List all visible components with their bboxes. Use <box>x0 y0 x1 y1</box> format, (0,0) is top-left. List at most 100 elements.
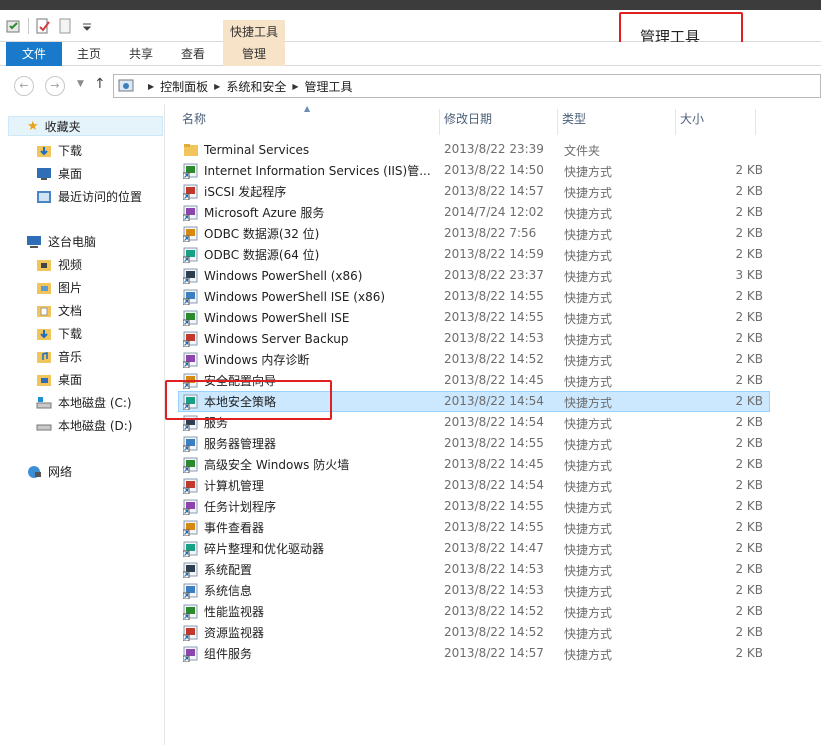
file-date: 2013/8/22 14:52 <box>444 625 544 639</box>
sidebar-item-favorites[interactable]: ★ 收藏夹 <box>8 116 163 136</box>
sidebar-item-network[interactable]: 网络 <box>26 461 72 481</box>
ribbon-tabs: 文件 主页 共享 查看 管理 <box>0 42 821 66</box>
powershell-ise-shortcut-icon <box>183 310 198 326</box>
azure-shortcut-icon <box>183 205 198 221</box>
file-name: 性能监视器 <box>204 605 265 619</box>
sidebar-item-documents[interactable]: 文档 <box>36 300 82 320</box>
file-name: iSCSI 发起程序 <box>204 185 287 199</box>
new-folder-icon[interactable] <box>57 18 73 34</box>
table-row[interactable]: 事件查看器 2013/8/22 14:55 快捷方式 2 KB <box>178 517 770 538</box>
system-drive-icon <box>36 396 52 408</box>
file-date: 2013/8/22 14:53 <box>444 583 544 597</box>
sidebar-item-pictures[interactable]: 图片 <box>36 277 82 297</box>
file-size: 2 KB <box>735 646 763 660</box>
tab-share[interactable]: 共享 <box>120 42 162 66</box>
file-date: 2013/8/22 14:55 <box>444 520 544 534</box>
sidebar-item-label: 图片 <box>58 280 83 295</box>
sidebar-item-videos[interactable]: 视频 <box>36 254 82 274</box>
chevron-down-icon[interactable] <box>79 18 95 34</box>
breadcrumb-admin-tools[interactable]: 管理工具 <box>305 78 353 95</box>
file-type: 快捷方式 <box>564 522 613 536</box>
file-date: 2013/8/22 14:55 <box>444 310 544 324</box>
powershell-shortcut-icon <box>183 268 198 284</box>
table-row[interactable]: Microsoft Azure 服务 2014/7/24 12:02 快捷方式 2 K… <box>178 202 770 223</box>
file-size: 2 KB <box>735 394 763 408</box>
table-row[interactable]: 计算机管理 2013/8/22 14:54 快捷方式 2 KB <box>178 475 770 496</box>
file-type: 快捷方式 <box>564 354 613 368</box>
sidebar-item-drive-d[interactable]: 本地磁盘 (D:) <box>36 415 132 435</box>
table-row[interactable]: Windows 内存诊断 2013/8/22 14:52 快捷方式 2 KB <box>178 349 770 370</box>
file-name: Microsoft Azure 服务 <box>204 206 325 220</box>
file-size: 2 KB <box>735 562 763 576</box>
table-row[interactable]: Internet Information Services (IIS)管... 2… <box>178 160 770 181</box>
table-row[interactable]: 资源监视器 2013/8/22 14:52 快捷方式 2 KB <box>178 622 770 643</box>
file-date: 2013/8/22 14:53 <box>444 562 544 576</box>
file-name-cell: 服务器管理器 <box>183 434 435 453</box>
table-row[interactable]: ODBC 数据源(64 位) 2013/8/22 14:59 快捷方式 2 KB <box>178 244 770 265</box>
sidebar-item-music[interactable]: 音乐 <box>36 346 82 366</box>
sidebar-item-downloads[interactable]: 下载 <box>36 140 82 160</box>
recent-locations-chevron-icon[interactable]: ▼ <box>77 79 84 89</box>
tab-home[interactable]: 主页 <box>68 42 110 66</box>
column-header-name[interactable]: 名称 <box>178 109 440 135</box>
table-row[interactable]: ODBC 数据源(32 位) 2013/8/22 7:56 快捷方式 2 KB <box>178 223 770 244</box>
table-row[interactable]: 服务器管理器 2013/8/22 14:55 快捷方式 2 KB <box>178 433 770 454</box>
table-row[interactable]: iSCSI 发起程序 2013/8/22 14:57 快捷方式 2 KB <box>178 181 770 202</box>
table-row[interactable]: Windows Server Backup 2013/8/22 14:53 快捷方式… <box>178 328 770 349</box>
breadcrumb-system-security[interactable]: 系统和安全 <box>226 78 286 95</box>
table-row[interactable]: Windows PowerShell ISE 2013/8/22 14:55 快捷方… <box>178 307 770 328</box>
sidebar-item-downloads-pc[interactable]: 下载 <box>36 323 82 343</box>
file-size: 2 KB <box>735 289 763 303</box>
file-name: 系统信息 <box>204 584 253 598</box>
file-size: 2 KB <box>735 457 763 471</box>
tab-file[interactable]: 文件 <box>6 42 62 66</box>
os-top-strip <box>0 0 821 10</box>
column-header-size[interactable]: 大小 <box>676 109 756 135</box>
navigation-bar: ← → ▼ ↑ ▶ 控制面板 ▶ 系统和安全 ▶ 管理工具 <box>0 66 821 104</box>
file-name-cell: 碎片整理和优化驱动器 <box>183 539 435 558</box>
up-button[interactable]: ↑ <box>94 76 106 92</box>
table-row[interactable]: 组件服务 2013/8/22 14:57 快捷方式 2 KB <box>178 643 770 664</box>
documents-folder-icon <box>37 305 51 317</box>
file-size: 2 KB <box>735 415 763 429</box>
breadcrumb-control-panel[interactable]: 控制面板 <box>160 78 208 95</box>
file-type: 文件夹 <box>564 144 601 158</box>
table-row[interactable]: 任务计划程序 2013/8/22 14:55 快捷方式 2 KB <box>178 496 770 517</box>
sidebar-item-label: 下载 <box>58 326 83 341</box>
table-row[interactable]: Terminal Services 2013/8/22 23:39 文件夹 <box>178 139 770 160</box>
table-row[interactable]: 系统配置 2013/8/22 14:53 快捷方式 2 KB <box>178 559 770 580</box>
column-header-date[interactable]: 修改日期 <box>440 109 558 135</box>
address-bar[interactable]: ▶ 控制面板 ▶ 系统和安全 ▶ 管理工具 <box>113 74 821 98</box>
file-size: 2 KB <box>735 604 763 618</box>
table-row[interactable]: 碎片整理和优化驱动器 2013/8/22 14:47 快捷方式 2 KB <box>178 538 770 559</box>
sidebar-item-recent-places[interactable]: 最近访问的位置 <box>36 186 142 206</box>
forward-button[interactable]: → <box>45 76 65 96</box>
file-size: 2 KB <box>735 625 763 639</box>
back-button[interactable]: ← <box>14 76 34 96</box>
sidebar-item-label: 本地磁盘 (D:) <box>58 418 133 433</box>
file-date: 2013/8/22 14:57 <box>444 184 544 198</box>
file-size: 2 KB <box>735 184 763 198</box>
properties-page-icon[interactable] <box>35 18 51 34</box>
control-panel-icon <box>118 79 134 92</box>
properties-icon[interactable] <box>6 18 22 34</box>
column-header-type[interactable]: 类型 <box>558 109 676 135</box>
file-name: ODBC 数据源(32 位) <box>204 227 320 241</box>
table-row[interactable]: 高级安全 Windows 防火墙 2013/8/22 14:45 快捷方式 2 KB <box>178 454 770 475</box>
sidebar-item-drive-c[interactable]: 本地磁盘 (C:) <box>36 392 132 412</box>
file-size: 2 KB <box>735 247 763 261</box>
file-name: 计算机管理 <box>204 479 265 493</box>
sidebar-item-this-pc[interactable]: 这台电脑 <box>26 231 96 251</box>
file-size: 2 KB <box>735 352 763 366</box>
file-name: 碎片整理和优化驱动器 <box>204 542 325 556</box>
table-row[interactable]: Windows PowerShell (x86) 2013/8/22 23:37 快… <box>178 265 770 286</box>
sidebar-item-desktop[interactable]: 桌面 <box>36 163 82 183</box>
tab-view[interactable]: 查看 <box>172 42 214 66</box>
table-row[interactable]: Windows PowerShell ISE (x86) 2013/8/22 14… <box>178 286 770 307</box>
file-size: 2 KB <box>735 436 763 450</box>
sidebar-item-desktop-pc[interactable]: 桌面 <box>36 369 82 389</box>
table-row[interactable]: 性能监视器 2013/8/22 14:52 快捷方式 2 KB <box>178 601 770 622</box>
table-row[interactable]: 系统信息 2013/8/22 14:53 快捷方式 2 KB <box>178 580 770 601</box>
tab-manage[interactable]: 管理 <box>223 42 285 66</box>
file-size: 2 KB <box>735 310 763 324</box>
